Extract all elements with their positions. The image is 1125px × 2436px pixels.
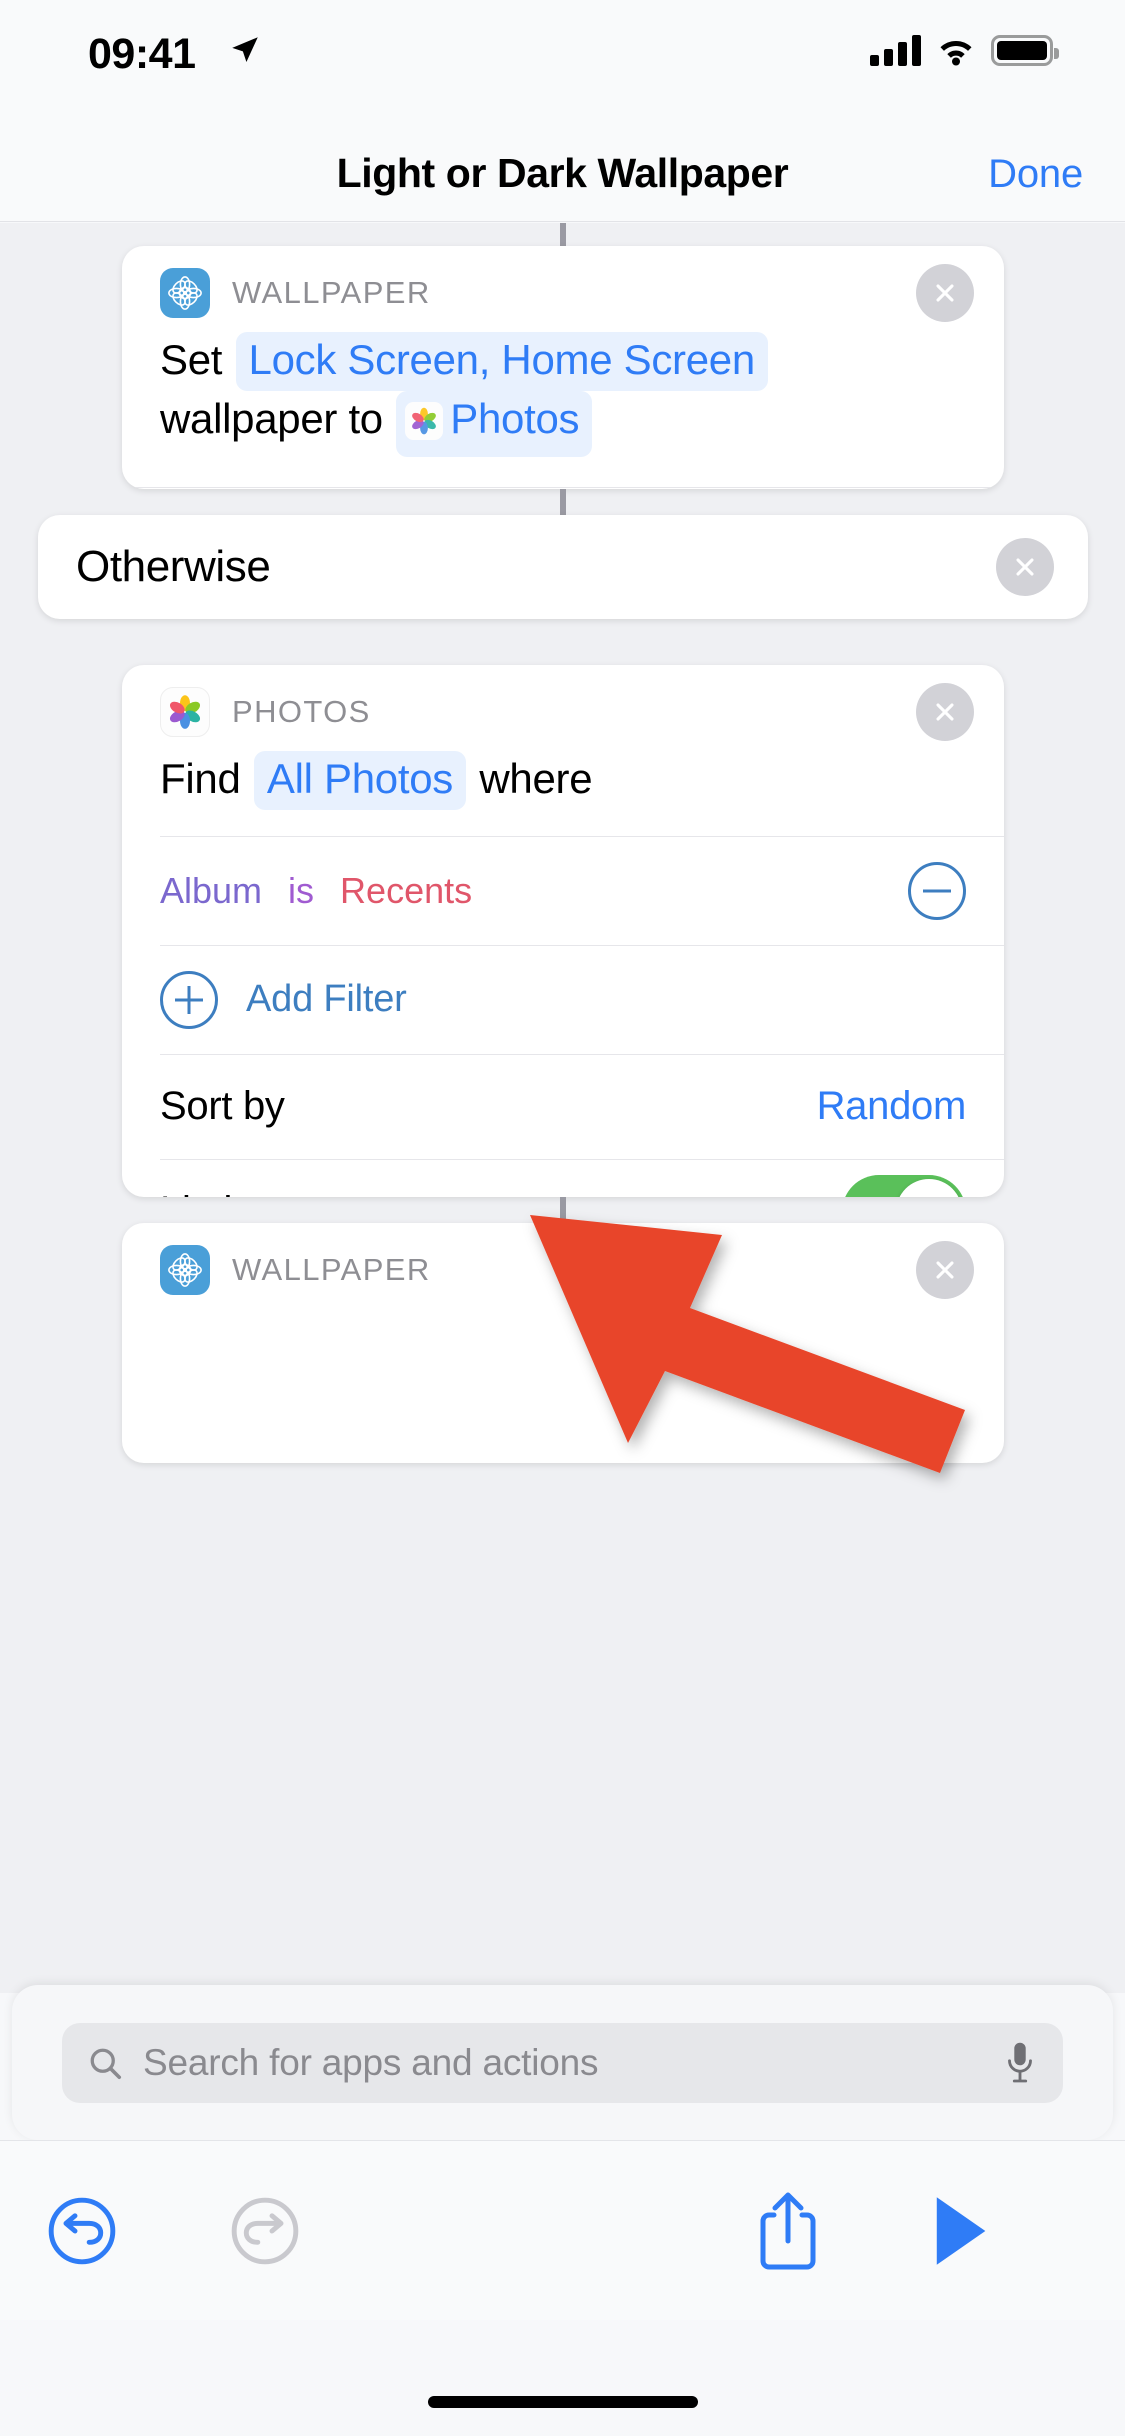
- action-card-body: Find All Photos where: [122, 737, 1004, 836]
- action-text-set: Set: [160, 336, 223, 383]
- action-card-header: PHOTOS: [122, 665, 1004, 741]
- done-button[interactable]: Done: [988, 152, 1083, 197]
- parameter-token-screens[interactable]: Lock Screen, Home Screen: [235, 332, 768, 391]
- status-indicators: [870, 34, 1059, 66]
- close-icon[interactable]: [916, 264, 974, 322]
- home-indicator: [427, 2396, 698, 2408]
- flow-connector: [559, 489, 566, 515]
- wifi-icon: [940, 41, 972, 66]
- action-card-find-photos[interactable]: PHOTOS Find All Photos where Album is Re…: [122, 665, 1004, 1197]
- share-icon: [760, 2192, 816, 2270]
- filter-row-album[interactable]: Album is Recents: [122, 837, 1004, 945]
- add-filter-row[interactable]: Add Filter: [122, 946, 1004, 1054]
- action-card-wallpaper-set[interactable]: WALLPAPER Set Lock Screen, Home Screen w…: [122, 246, 1004, 489]
- action-card-header: WALLPAPER: [122, 246, 1004, 322]
- remove-filter-icon[interactable]: [908, 861, 966, 920]
- search-input[interactable]: Search for apps and actions: [62, 2023, 1063, 2103]
- action-text-where: where: [479, 755, 593, 802]
- action-card-otherwise[interactable]: Otherwise: [38, 515, 1088, 619]
- redo-icon: [231, 2197, 299, 2265]
- photos-icon: [160, 687, 210, 737]
- flow-connector: [559, 1197, 566, 1223]
- filter-attribute[interactable]: Album: [160, 870, 262, 912]
- sort-by-label: Sort by: [160, 1084, 285, 1129]
- parameter-token-photos-label: Photos: [450, 394, 580, 442]
- sort-by-row[interactable]: Sort by Random: [122, 1055, 1004, 1159]
- search-placeholder: Search for apps and actions: [143, 2042, 599, 2083]
- cellular-signal-icon: [870, 34, 921, 66]
- otherwise-label: Otherwise: [76, 542, 271, 591]
- action-app-name: WALLPAPER: [232, 1252, 431, 1287]
- action-text-wallpaper-to: wallpaper to: [160, 394, 383, 442]
- action-card-body: Set Lock Screen, Home Screen wallpaper t…: [122, 318, 1004, 487]
- add-filter-label: Add Filter: [246, 978, 407, 1021]
- status-time: 09:41: [88, 30, 196, 78]
- share-button[interactable]: [748, 2191, 828, 2271]
- undo-button[interactable]: [42, 2191, 122, 2271]
- shortcut-actions-list[interactable]: WALLPAPER Set Lock Screen, Home Screen w…: [0, 223, 1125, 1993]
- filter-value[interactable]: Recents: [340, 870, 472, 912]
- page-title: Light or Dark Wallpaper: [336, 150, 789, 196]
- sort-by-value[interactable]: Random: [817, 1084, 967, 1129]
- search-icon: [90, 2048, 122, 2080]
- action-card-header: WALLPAPER: [122, 1223, 1004, 1299]
- battery-full-icon: [991, 34, 1059, 66]
- navigation-bar: Light or Dark Wallpaper Done: [0, 132, 1125, 222]
- limit-toggle[interactable]: [842, 1174, 966, 1197]
- wallpaper-icon: [160, 268, 210, 318]
- play-icon: [936, 2197, 986, 2265]
- close-icon[interactable]: [996, 538, 1054, 596]
- limit-row[interactable]: Limit: [122, 1160, 1004, 1197]
- run-button[interactable]: [920, 2191, 1000, 2271]
- redo-button[interactable]: [225, 2191, 305, 2271]
- close-icon[interactable]: [916, 1241, 974, 1299]
- photos-icon: [405, 399, 444, 453]
- undo-icon: [48, 2197, 116, 2265]
- editor-toolbar: [0, 2140, 1125, 2320]
- plus-circle-icon: [160, 970, 218, 1029]
- action-search-panel: Search for apps and actions: [12, 1985, 1113, 2140]
- filter-operator[interactable]: is: [288, 870, 314, 912]
- parameter-token-all-photos[interactable]: All Photos: [253, 751, 466, 810]
- location-arrow-icon: [232, 37, 258, 63]
- microphone-icon[interactable]: [1005, 2040, 1035, 2086]
- action-card-wallpaper-second[interactable]: WALLPAPER: [122, 1223, 1004, 1463]
- action-app-name: WALLPAPER: [232, 275, 431, 310]
- parameter-token-photos[interactable]: Photos: [396, 390, 593, 457]
- limit-label: Limit: [160, 1189, 243, 1197]
- action-app-name: PHOTOS: [232, 694, 371, 729]
- wallpaper-icon: [160, 1245, 210, 1295]
- action-text-find: Find: [160, 755, 241, 802]
- close-icon[interactable]: [916, 683, 974, 741]
- shortcuts-editor-screen: 09:41 Light or Dark Wallpaper Done WALLP…: [0, 0, 1125, 2436]
- status-bar: 09:41: [0, 0, 1125, 132]
